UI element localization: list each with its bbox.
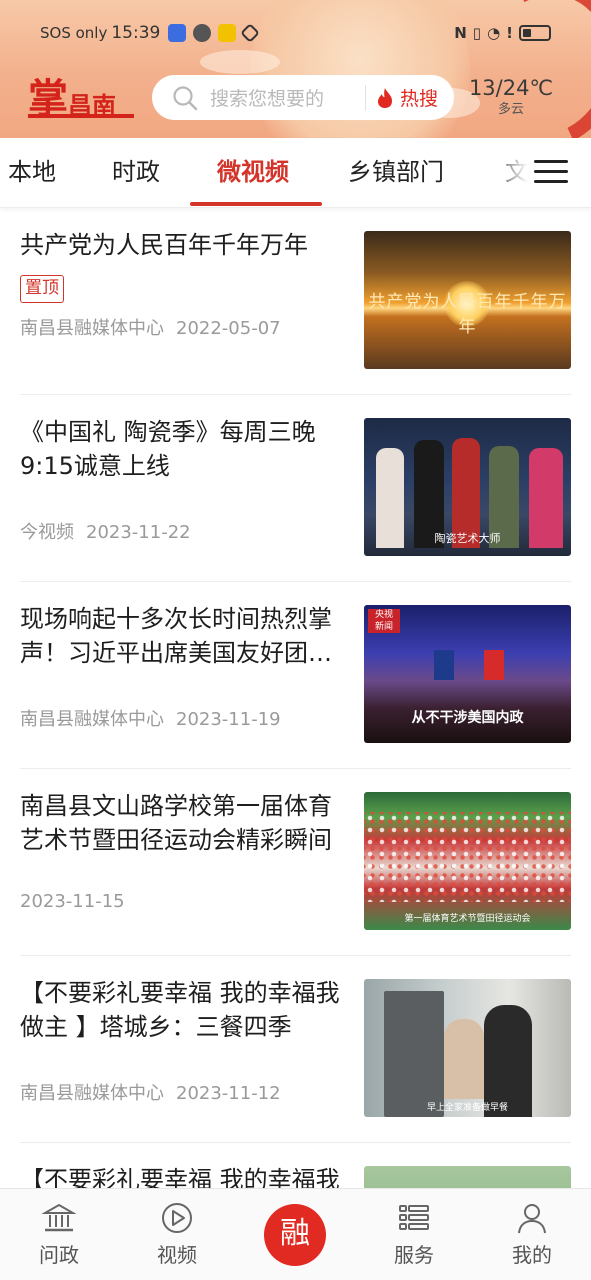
feed-item-thumbnail[interactable]: 陶瓷艺术大师 bbox=[364, 418, 571, 556]
weather-widget[interactable]: 13/24℃ 多云 bbox=[466, 74, 556, 118]
thumbnail-caption: 第一届体育艺术节暨田径运动会 bbox=[404, 914, 531, 924]
wifi-icon: ◔ bbox=[487, 24, 501, 42]
hot-search-button[interactable]: 热搜 bbox=[376, 84, 454, 111]
shield-app-icon bbox=[168, 24, 187, 42]
feed-item-meta: 今视频 2023-11-22 bbox=[20, 518, 191, 544]
menu-icon[interactable] bbox=[534, 160, 568, 186]
feed-item-date: 2023-11-12 bbox=[176, 1083, 281, 1104]
feed-item-source: 南昌县融媒体中心 bbox=[20, 1083, 164, 1104]
battery-icon bbox=[519, 25, 551, 41]
feed-item-title[interactable]: 《中国礼 陶瓷季》每周三晚9:15诚意上线 bbox=[20, 415, 350, 483]
feed-item-meta: 南昌县融媒体中心 2023-11-19 bbox=[20, 705, 281, 731]
pinned-badge: 置顶 bbox=[20, 275, 64, 303]
tab-township-departments[interactable]: 乡镇部门 bbox=[348, 138, 444, 206]
feed-item-source: 南昌县融媒体中心 bbox=[20, 318, 164, 339]
logo-underline bbox=[28, 114, 134, 118]
feed-item[interactable]: 《中国礼 陶瓷季》每周三晚9:15诚意上线 今视频 2023-11-22 陶瓷艺术… bbox=[20, 395, 571, 582]
video-feed: 共产党为人民百年千年万年 置顶 南昌县融媒体中心 2022-05-07 共产党为人… bbox=[0, 208, 591, 1188]
feed-item-meta: 2023-11-15 bbox=[20, 891, 125, 912]
list-icon bbox=[399, 1205, 429, 1230]
fridge-shape bbox=[384, 991, 444, 1117]
feed-item[interactable]: 现场响起十多次长时间热烈掌声！习近平出席美国友好团体联合欢迎宴会并发表演讲 南昌… bbox=[20, 582, 571, 769]
building-icon bbox=[42, 1203, 76, 1232]
nav-profile[interactable]: 我的 bbox=[487, 1201, 577, 1268]
feed-item-date: 2023-11-15 bbox=[20, 891, 125, 912]
status-bar: SOS only 15:39 N ▯ ◔ ! bbox=[0, 18, 591, 48]
header-cloud-decoration bbox=[200, 50, 280, 74]
nav-profile-label: 我的 bbox=[512, 1243, 552, 1267]
carrier-text: SOS only bbox=[40, 24, 108, 42]
news-logo-badge: 央视 新闻 bbox=[368, 609, 400, 633]
user-icon bbox=[518, 1204, 546, 1234]
feed-item-title[interactable]: 共产党为人民百年千年万年 bbox=[20, 228, 350, 262]
feed-item[interactable]: 南昌县文山路学校第一届体育艺术节暨田径运动会精彩瞬间 2023-11-15 第一… bbox=[20, 769, 571, 956]
search-placeholder[interactable]: 搜索您想要的 bbox=[210, 84, 359, 111]
search-bar[interactable]: 搜索您想要的 热搜 bbox=[152, 75, 454, 120]
feed-item-meta: 南昌县融媒体中心 2023-11-12 bbox=[20, 1079, 281, 1105]
vibrate-icon: ▯ bbox=[472, 24, 482, 42]
app-header: SOS only 15:39 N ▯ ◔ ! 掌 昌南 搜索您想要的 热搜 13… bbox=[0, 0, 591, 138]
feed-item-title[interactable]: 现场响起十多次长时间热烈掌声！习近平出席美国友好团体联合欢迎宴会并发表演讲 bbox=[20, 602, 350, 670]
feed-item-thumbnail[interactable]: 央视 新闻 从不干涉美国内政 bbox=[364, 605, 571, 743]
active-tab-indicator bbox=[190, 202, 322, 206]
feed-item-thumbnail[interactable]: 第一届体育艺术节暨田径运动会 bbox=[364, 792, 571, 930]
app-notification-icon bbox=[218, 24, 237, 42]
tab-local[interactable]: 本地 bbox=[8, 138, 56, 206]
feed-item[interactable]: 共产党为人民百年千年万年 置顶 南昌县融媒体中心 2022-05-07 共产党为人… bbox=[20, 208, 571, 395]
app-notification-icon bbox=[240, 23, 261, 43]
nav-inquiry[interactable]: 问政 bbox=[14, 1201, 104, 1268]
feed-item[interactable]: 【不要彩礼要幸福 我的幸福我做主 】 bbox=[20, 1143, 571, 1188]
bottom-navigation: 问政 视频 融 服务 我的 bbox=[0, 1188, 591, 1280]
feed-item[interactable]: 【不要彩礼要幸福 我的幸福我做主 】塔城乡：三餐四季 南昌县融媒体中心 2023-… bbox=[20, 956, 571, 1143]
app-notification-icon bbox=[193, 24, 212, 42]
hot-search-label: 热搜 bbox=[399, 88, 438, 110]
nav-services-label: 服务 bbox=[394, 1243, 434, 1267]
search-icon bbox=[173, 85, 198, 110]
feed-item-thumbnail[interactable] bbox=[364, 1166, 571, 1188]
nav-video[interactable]: 视频 bbox=[132, 1201, 222, 1268]
feed-item-title[interactable]: 南昌县文山路学校第一届体育艺术节暨田径运动会精彩瞬间 bbox=[20, 789, 350, 857]
weather-temperature: 13/24℃ bbox=[468, 76, 554, 100]
feed-item-title[interactable]: 【不要彩礼要幸福 我的幸福我做主 】 bbox=[20, 1163, 350, 1188]
play-icon bbox=[162, 1203, 192, 1233]
nfc-icon: N bbox=[454, 24, 467, 42]
thumbnail-caption: 早上全家准备做早餐 bbox=[426, 1103, 508, 1113]
thumbnail-caption: 陶瓷艺术大师 bbox=[434, 532, 501, 545]
feed-item-source: 今视频 bbox=[20, 522, 74, 543]
nav-center-logo[interactable]: 融 bbox=[264, 1204, 326, 1266]
crowd-pattern bbox=[364, 812, 571, 902]
feed-item-source: 南昌县融媒体中心 bbox=[20, 709, 164, 730]
app-logo: 掌 昌南 bbox=[28, 72, 116, 120]
feed-item-thumbnail[interactable]: 早上全家准备做早餐 bbox=[364, 979, 571, 1117]
feed-item-date: 2023-11-22 bbox=[86, 522, 191, 543]
thumbnail-caption: 从不干涉美国内政 bbox=[411, 710, 524, 726]
clock-text: 15:39 bbox=[111, 23, 161, 43]
feed-item-thumbnail[interactable]: 共产党为人民百年千年万年 bbox=[364, 231, 571, 369]
tab-micro-video[interactable]: 微视频 bbox=[217, 138, 289, 206]
search-divider bbox=[364, 84, 366, 111]
feed-item-title[interactable]: 【不要彩礼要幸福 我的幸福我做主 】塔城乡：三餐四季 bbox=[20, 976, 350, 1044]
feed-item-date: 2022-05-07 bbox=[176, 318, 281, 339]
feed-item-meta: 南昌县融媒体中心 2022-05-07 bbox=[20, 314, 281, 340]
feed-item-date: 2023-11-19 bbox=[176, 709, 281, 730]
nav-services[interactable]: 服务 bbox=[369, 1201, 459, 1268]
tab-politics[interactable]: 时政 bbox=[112, 138, 160, 206]
flame-icon bbox=[377, 87, 392, 108]
weather-condition: 多云 bbox=[497, 102, 524, 117]
alert-icon: ! bbox=[506, 24, 513, 42]
nav-video-label: 视频 bbox=[157, 1243, 197, 1267]
nav-inquiry-label: 问政 bbox=[39, 1243, 79, 1267]
thumbnail-caption: 共产党为人民百年千年万年 bbox=[368, 292, 567, 337]
